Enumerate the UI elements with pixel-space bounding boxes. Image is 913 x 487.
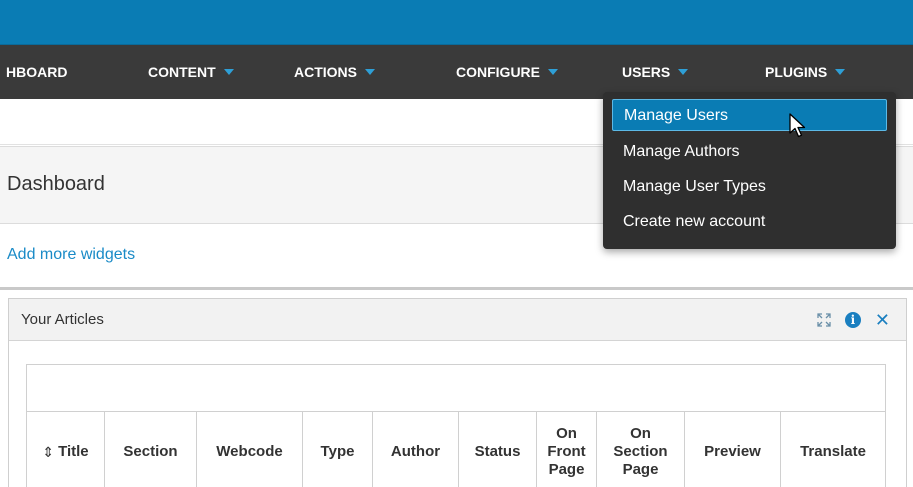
table-toolbar — [27, 365, 885, 412]
main-navbar: HBOARD CONTENT ACTIONS CONFIGURE USERS P… — [0, 45, 913, 99]
nav-plugins[interactable]: PLUGINS — [765, 45, 846, 99]
widget-title: Your Articles — [21, 311, 104, 328]
your-articles-widget: Your Articles i ✕ ⇕ Title Section Webcod… — [8, 298, 907, 487]
menu-item-manage-users-label: Manage Users — [624, 107, 729, 124]
chevron-down-icon — [365, 69, 375, 76]
nav-dashboard-label: HBOARD — [6, 64, 68, 80]
nav-actions-label: ACTIONS — [294, 64, 357, 80]
column-header-translate-label: Translate — [800, 443, 866, 460]
top-brand-bar — [0, 0, 913, 45]
column-header-status-label: Status — [474, 443, 521, 460]
chevron-down-icon — [678, 69, 689, 76]
menu-item-manage-user-types[interactable]: Manage User Types — [612, 171, 887, 203]
menu-item-manage-users[interactable]: Manage Users — [612, 99, 887, 131]
expand-icon[interactable] — [817, 313, 831, 327]
menu-item-manage-authors-label: Manage Authors — [623, 143, 740, 160]
nav-actions[interactable]: ACTIONS — [294, 45, 375, 99]
close-icon[interactable]: ✕ — [875, 311, 890, 329]
column-header-preview-label: Preview — [704, 443, 761, 460]
column-header-on-section-page[interactable]: On Section Page — [597, 412, 685, 487]
page-title: Dashboard — [7, 173, 105, 195]
nav-plugins-label: PLUGINS — [765, 64, 828, 80]
column-header-title-label: Title — [58, 443, 89, 460]
articles-table: ⇕ Title Section Webcode Type Author Statu… — [26, 364, 886, 487]
widget-controls: i ✕ — [817, 311, 890, 329]
column-header-on-front-page-label: On Front Page — [547, 425, 586, 478]
chevron-down-icon — [548, 69, 558, 76]
nav-configure[interactable]: CONFIGURE — [456, 45, 558, 99]
nav-users-label: USERS — [622, 64, 671, 80]
add-widgets-link[interactable]: Add more widgets — [7, 246, 135, 264]
column-header-type-label: Type — [320, 443, 355, 460]
menu-item-manage-user-types-label: Manage User Types — [623, 178, 766, 195]
nav-configure-label: CONFIGURE — [456, 64, 540, 80]
menu-item-create-new-account-label: Create new account — [623, 213, 766, 230]
chevron-down-icon — [835, 69, 846, 76]
nav-content[interactable]: CONTENT — [148, 45, 234, 99]
menu-item-create-new-account[interactable]: Create new account — [612, 206, 887, 238]
section-divider — [0, 287, 913, 290]
widget-header: Your Articles i ✕ — [9, 299, 906, 341]
info-icon[interactable]: i — [844, 312, 861, 328]
column-header-author[interactable]: Author — [373, 412, 459, 487]
column-header-webcode-label: Webcode — [216, 443, 283, 460]
column-header-translate[interactable]: Translate — [781, 412, 885, 487]
column-header-author-label: Author — [390, 443, 441, 460]
chevron-down-icon — [223, 69, 234, 76]
nav-dashboard[interactable]: HBOARD — [6, 45, 67, 99]
column-header-section[interactable]: Section — [105, 412, 197, 487]
column-header-preview[interactable]: Preview — [685, 412, 781, 487]
column-header-on-front-page[interactable]: On Front Page — [537, 412, 597, 487]
users-dropdown-menu: Manage Users Manage Authors Manage User … — [603, 92, 896, 249]
column-header-title[interactable]: ⇕ Title — [27, 412, 105, 487]
column-header-type[interactable]: Type — [303, 412, 373, 487]
column-header-webcode[interactable]: Webcode — [197, 412, 303, 487]
menu-item-manage-authors[interactable]: Manage Authors — [612, 136, 887, 168]
sort-icon: ⇕ — [42, 444, 55, 460]
column-header-section-label: Section — [123, 443, 178, 460]
column-header-on-section-page-label: On Section Page — [613, 425, 668, 478]
column-header-status[interactable]: Status — [459, 412, 537, 487]
nav-content-label: CONTENT — [148, 64, 216, 80]
nav-users[interactable]: USERS — [622, 45, 689, 99]
